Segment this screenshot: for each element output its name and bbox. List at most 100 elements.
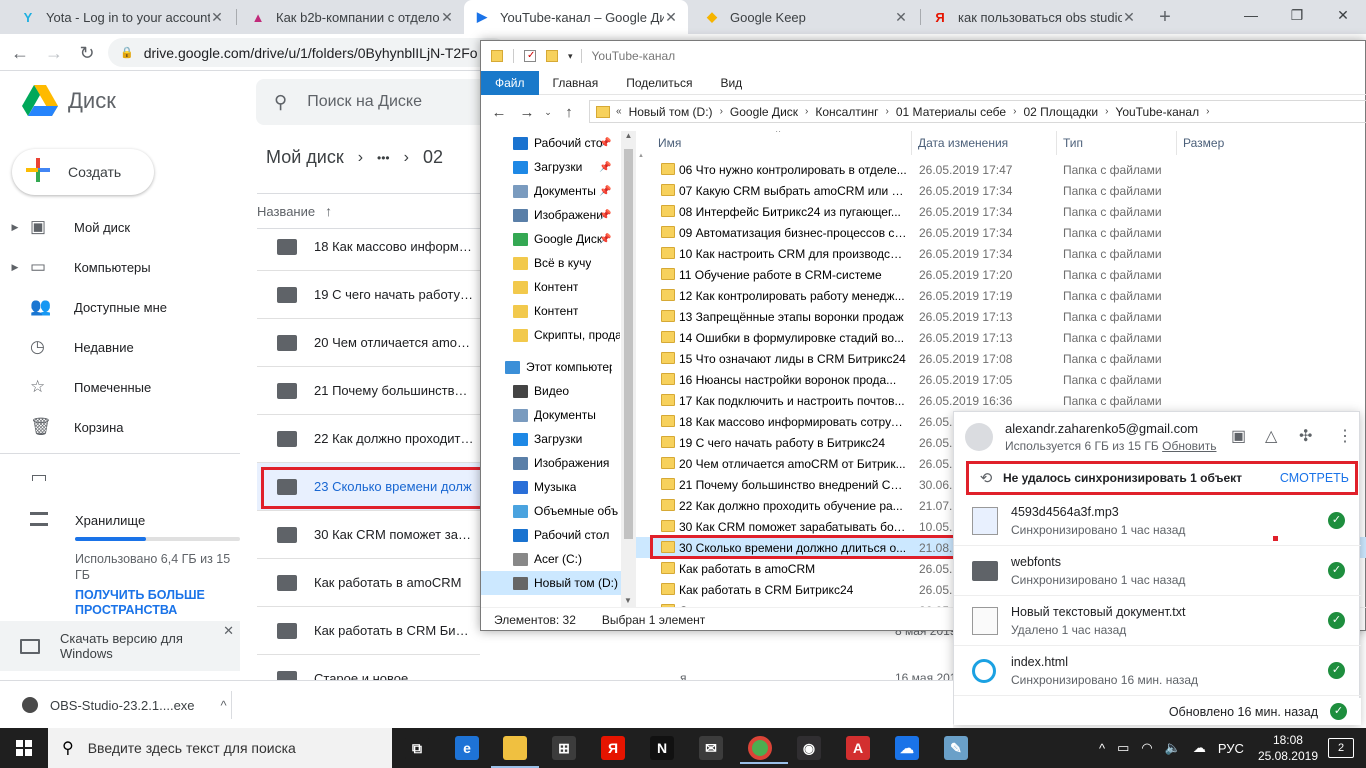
pin-icon[interactable]: 📌 [599,138,611,149]
chevron-up-icon[interactable]: ▲ [621,131,636,140]
table-row[interactable]: 21 Почему большинство вне [257,367,480,415]
expand-arrow-icon[interactable]: ▶ [0,222,30,233]
ribbon-tab[interactable]: Вид [706,71,756,95]
nav-item[interactable]: Рабочий стол [481,523,621,547]
breadcrumb-ellipsis[interactable]: ••• [377,151,390,165]
netflix-icon[interactable]: N [650,736,674,760]
chevron-down-icon[interactable]: ▼ [624,596,632,605]
create-button[interactable]: Создать [12,149,154,195]
list-item[interactable]: 13 Запрещённые этапы воронки продаж 26.05… [636,306,1366,327]
forward-button[interactable]: → [42,41,66,65]
view-errors-button[interactable]: СМОТРЕТЬ [1280,471,1349,485]
drive-logo[interactable]: Диск [22,85,116,117]
nav-item[interactable]: Изображени 📌 [481,203,621,227]
browser-tab[interactable]: ▲ Как b2b-компании с отделом ✕ [240,0,464,34]
nav-item[interactable]: Всё в кучу [481,251,621,275]
path-segment[interactable]: 02 Площадки [1016,105,1105,119]
new-folder-icon[interactable] [546,50,558,62]
browser-tab[interactable]: Y Yota - Log in to your account ✕ [10,0,234,34]
chevron-right-icon[interactable]: › [1206,106,1209,117]
sidebar-item[interactable]: 🗑 Корзина [0,407,240,447]
nav-item[interactable]: Изображения [481,451,621,475]
close-tab-icon[interactable]: ✕ [894,9,908,26]
nav-item[interactable]: Объемные объ [481,499,621,523]
nav-item[interactable]: Документы 📌 [481,179,621,203]
nav-item[interactable]: Рабочий сто 📌 [481,131,621,155]
back-button[interactable]: ← [8,41,32,65]
sidebar-item[interactable]: ◷ Недавние [0,327,240,367]
minimize-button[interactable]: — [1228,0,1274,30]
list-item[interactable]: 16 Нюансы настройки воронок прода... 26.0… [636,369,1366,390]
nav-item[interactable]: Контент [481,275,621,299]
nav-item[interactable]: Загрузки 📌 [481,155,621,179]
google-photos-icon[interactable]: ✣ [1299,426,1312,446]
open-folder-icon[interactable]: ▣ [1231,426,1246,446]
path-segment[interactable]: YouTube-канал [1108,105,1206,119]
table-row[interactable]: 20 Чем отличается amoCRM [257,319,480,367]
up-arrow-icon[interactable]: ↑ [555,104,583,121]
nav-item[interactable]: Google Диск 📌 [481,227,621,251]
explorer-address-bar[interactable]: «Новый том (D:) › Google Диск › Консалтинг › 0… [589,100,1366,123]
address-bar[interactable]: 🔒 drive.google.com/drive/u/1/folders/0By… [108,38,508,67]
edge-icon[interactable]: e [455,736,479,760]
clock[interactable]: 18:08 25.08.2019 [1258,732,1318,764]
close-tab-icon[interactable]: ✕ [664,9,678,26]
ribbon-tab[interactable]: Поделиться [612,71,706,95]
download-windows-promo[interactable]: Скачать версию для Windows ✕ [0,621,240,671]
pin-icon[interactable]: 📌 [599,234,611,245]
sidebar-item[interactable]: ▶ ▣ Мой диск [0,207,240,247]
storage-label[interactable]: Хранилище [75,513,145,528]
chevron-down-icon[interactable]: ⌄ [541,107,555,118]
pin-icon[interactable]: 📌 [599,186,611,197]
ribbon-tab[interactable]: Главная [539,71,613,95]
back-arrow-icon[interactable]: ← [485,104,513,121]
notifications-button[interactable]: 2 [1328,738,1354,758]
more-vert-icon[interactable]: ⋮ [1337,426,1353,446]
path-segment[interactable]: Новый том (D:) [622,105,720,119]
list-item[interactable]: 09 Автоматизация бизнес-процессов с ... 2… [636,222,1366,243]
table-row[interactable]: 18 Как массово информиро [257,223,480,271]
yandex-browser-icon[interactable]: Я [601,736,625,760]
chevron-up-icon[interactable]: ^ [1099,741,1105,756]
list-item[interactable]: 07 Какую CRM выбрать amoCRM или Б... 26.0… [636,180,1366,201]
mail-icon[interactable]: ✉ [699,736,723,760]
nav-item[interactable]: Музыка [481,475,621,499]
sync-item[interactable]: Новый текстовый документ.txt Удалено 1 ча… [954,596,1361,646]
sync-item[interactable]: 4593d4564a3f.mp3 Синхронизировано 1 час н… [954,496,1361,546]
nav-item[interactable]: Этот компьютер [481,355,621,379]
nav-scrollbar[interactable]: ▲ ▼ [621,131,636,607]
nav-item[interactable]: Контент [481,299,621,323]
list-item[interactable]: 08 Интерфейс Битрикс24 из пугающег... 26.… [636,201,1366,222]
sync-item[interactable]: index.html Синхронизировано 16 мин. назад… [954,646,1361,696]
nav-item[interactable]: Новый том (D:) [481,571,621,595]
nav-item[interactable]: Видео [481,379,621,403]
wifi-icon[interactable]: ◠ [1141,740,1152,756]
close-icon[interactable]: ✕ [223,623,234,639]
browser-tab[interactable]: Якак пользоваться obs studio ✕ [922,0,1146,34]
store-icon[interactable]: ⊞ [552,736,576,760]
task-view-icon[interactable]: ⧉ [405,736,429,760]
properties-icon[interactable]: ✓ [524,50,536,62]
list-item[interactable]: 11 Обучение работе в CRM-системе 26.05.20… [636,264,1366,285]
column-name[interactable]: Имя [658,136,681,150]
path-segment[interactable]: Google Диск [723,105,805,119]
chrome-icon[interactable] [740,736,788,764]
table-row[interactable]: Как работать в CRM Битрикс24 [257,607,480,655]
reload-button[interactable]: ↻ [75,41,99,65]
download-item[interactable]: OBS-Studio-23.2.1....exe ^ [22,681,227,729]
volume-icon[interactable]: 🔈 [1165,740,1181,756]
customize-toolbar-icon[interactable]: ▾ [568,51,573,62]
column-type[interactable]: Тип [1063,136,1083,150]
close-tab-icon[interactable]: ✕ [440,9,454,26]
list-item[interactable]: 15 Что означают лиды в CRM Битрикс24 26.0… [636,348,1366,369]
close-window-button[interactable]: ✕ [1320,0,1366,30]
scroll-thumb[interactable] [624,149,633,539]
list-item[interactable]: 06 Что нужно контролировать в отделе... 2… [636,159,1366,180]
google-drive-icon[interactable]: △ [1265,426,1277,446]
browser-tab[interactable]: ▶ YouTube-канал – Google Диск ✕ [464,0,688,34]
pin-icon[interactable]: 📌 [599,162,611,173]
list-item[interactable]: 14 Ошибки в формулировке стадий во... 26.… [636,327,1366,348]
drive-search-input[interactable]: ⚲ Поиск на Диске [256,79,496,125]
path-segment[interactable]: 01 Материалы себе [889,105,1013,119]
forward-arrow-icon[interactable]: → [513,104,541,121]
